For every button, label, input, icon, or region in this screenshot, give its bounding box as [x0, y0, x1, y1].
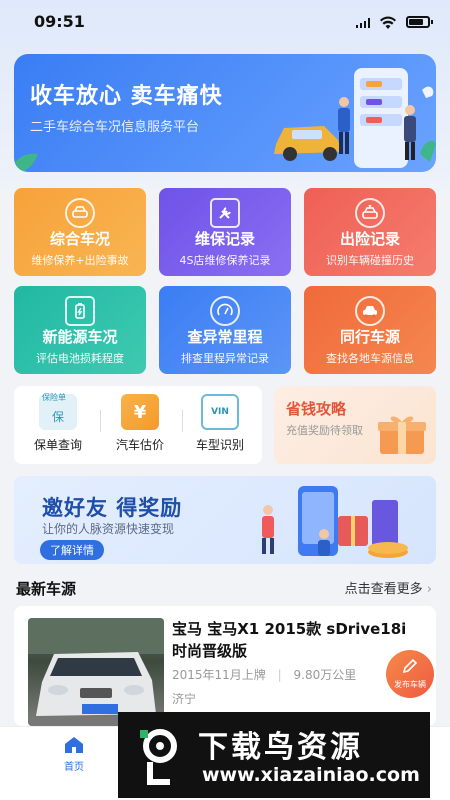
tool-model-recognition[interactable]: VIN 车型识别 [182, 394, 258, 458]
listing-date: 2015年11月上牌 [172, 668, 266, 682]
publish-car-label: 发布车辆 [394, 680, 426, 689]
tool-car-valuation[interactable]: ¥ 汽车估价 [102, 394, 178, 458]
leaf-decoration-icon [14, 153, 38, 172]
battery-icon [65, 296, 95, 326]
service-card-new-energy[interactable]: 新能源车况 评估电池损耗程度 [14, 286, 146, 374]
listing-title: 宝马 宝马X1 2015款 sDrive18i 时尚晋级版 [172, 620, 407, 660]
divider [100, 410, 101, 432]
signal-icon [356, 18, 370, 28]
service-card-sub: 维修保养+出险事故 [31, 254, 129, 267]
hero-banner[interactable]: 收车放心 卖车痛快 二手车综合车况信息服务平台 [14, 54, 436, 172]
car-crash-icon [355, 198, 385, 228]
service-card-title: 同行车源 [339, 328, 400, 346]
watermark-brand: 下载鸟资源 [198, 730, 363, 765]
policy-icon: 保险单 保 [39, 393, 77, 430]
section-title: 最新车源 [16, 580, 77, 598]
service-card-sub: 识别车辆碰撞历史 [326, 254, 414, 267]
service-card-title: 维保记录 [194, 230, 255, 248]
publish-car-button[interactable]: 发布车辆 [386, 650, 434, 698]
service-card-mileage[interactable]: 查异常里程 排查里程异常记录 [159, 286, 291, 374]
learn-more-button[interactable]: 了解详情 [40, 540, 104, 560]
car-dealer-illustration [274, 68, 436, 168]
invite-illustration [262, 486, 408, 558]
car-report-icon [65, 198, 95, 228]
status-bar: 09:51 [0, 10, 450, 34]
wrench-icon [210, 198, 240, 228]
invite-title: 邀好友 得奖励 [42, 496, 183, 520]
tool-label: 汽车估价 [115, 438, 164, 452]
invite-friends-banner[interactable]: 邀好友 得奖励 让你的人脉资源快速变现 了解详情 [14, 476, 436, 564]
promo-sub: 充值奖励待领取 [286, 424, 363, 437]
service-card-accident[interactable]: 出险记录 识别车辆碰撞历史 [304, 188, 436, 276]
tool-policy-query[interactable]: 保险单 保 保单查询 [20, 393, 96, 458]
service-card-vehicle-report[interactable]: 综合车况 维修保养+出险事故 [14, 188, 146, 276]
service-card-title: 出险记录 [339, 230, 400, 248]
home-icon [65, 737, 83, 753]
listing-mileage: 9.80万公里 [293, 668, 357, 682]
car-icon [355, 296, 385, 326]
watermark: 下载鸟资源 www.xiazainiao.com [118, 712, 430, 798]
service-card-maintenance[interactable]: 维保记录 4S店维修保养记录 [159, 188, 291, 276]
bird-logo-icon [140, 729, 177, 785]
service-card-dealer-cars[interactable]: 同行车源 查找各地车源信息 [304, 286, 436, 374]
tab-home[interactable]: 首页 [44, 735, 104, 773]
tool-label: 车型识别 [195, 438, 244, 452]
promo-title: 省钱攻略 [286, 400, 347, 418]
quick-tools: 保险单 保 保单查询 ¥ 汽车估价 VIN 车型识别 [14, 386, 262, 464]
tool-label: 保单查询 [33, 438, 82, 452]
status-time: 09:51 [34, 12, 85, 31]
watermark-url: www.xiazainiao.com [202, 764, 420, 786]
tab-home-label: 首页 [64, 762, 84, 773]
battery-status-icon [406, 16, 433, 28]
chevron-right-icon: › [426, 582, 432, 597]
money-saving-promo[interactable]: 省钱攻略 充值奖励待领取 [274, 386, 436, 464]
service-card-sub: 查找各地车源信息 [326, 352, 414, 365]
listing-meta: 2015年11月上牌 | 9.80万公里 [172, 666, 356, 683]
vin-scan-icon: VIN [201, 394, 239, 430]
yuan-icon: ¥ [121, 394, 159, 430]
service-card-sub: 排查里程异常记录 [181, 352, 269, 365]
listing-separator: | [277, 668, 282, 682]
gift-icon [378, 416, 426, 454]
listing-city: 济宁 [172, 692, 197, 706]
banner-subline: 二手车综合车况信息服务平台 [30, 120, 200, 135]
car-listing-card[interactable]: 宝马 宝马X1 2015款 sDrive18i 时尚晋级版 2015年11月上牌… [14, 606, 436, 726]
service-card-title: 综合车况 [49, 230, 110, 248]
service-card-title: 查异常里程 [187, 328, 263, 346]
view-more-link[interactable]: 点击查看更多 › [345, 578, 432, 597]
service-card-sub: 4S店维修保养记录 [179, 254, 271, 267]
invite-sub: 让你的人脉资源快速变现 [42, 522, 175, 536]
wifi-icon [380, 15, 396, 29]
service-card-title: 新能源车况 [42, 328, 118, 346]
car-photo [28, 618, 164, 726]
service-card-sub: 评估电池损耗程度 [36, 352, 124, 365]
speedometer-icon [210, 296, 240, 326]
banner-headline: 收车放心 卖车痛快 [30, 84, 223, 109]
pencil-icon [402, 658, 418, 674]
